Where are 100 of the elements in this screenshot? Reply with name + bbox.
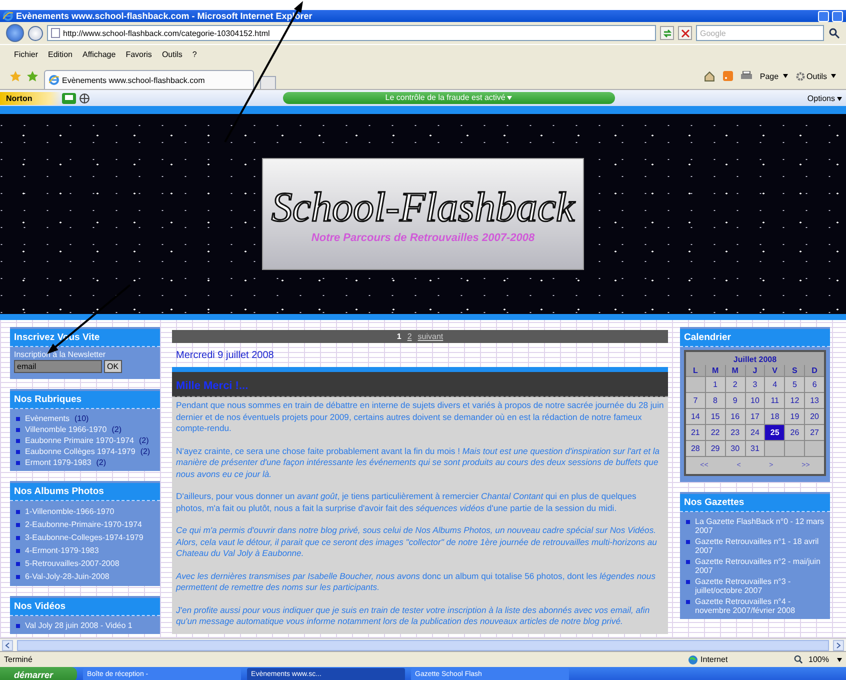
page-link[interactable]: 1	[396, 332, 402, 341]
item-count: (2)	[140, 447, 150, 456]
star-plus-icon[interactable]	[27, 70, 38, 82]
stop-button[interactable]	[678, 26, 692, 40]
gear-icon	[796, 72, 805, 80]
printer-icon[interactable]	[740, 71, 752, 81]
scroll-left-button[interactable]	[2, 640, 13, 650]
calendar-day[interactable]: 13	[805, 393, 824, 408]
calendar-day[interactable]: 2	[726, 377, 745, 392]
bullet-icon	[686, 540, 690, 544]
calendar-day[interactable]: 28	[686, 441, 705, 456]
monitor-icon[interactable]	[62, 92, 76, 104]
calendar-day[interactable]: 20	[805, 409, 824, 424]
browser-tab[interactable]: Evènements www.school-flashback.com	[44, 70, 254, 89]
forward-button[interactable]	[28, 26, 43, 40]
calendar-month: Juillet 2008	[732, 354, 778, 365]
calendar-day[interactable]: 23	[726, 425, 745, 440]
scroll-right-button[interactable]	[833, 640, 844, 650]
bullet-icon	[686, 520, 690, 524]
search-icon[interactable]	[828, 27, 840, 39]
weekday-label: M	[726, 365, 745, 376]
menu-item[interactable]: Edition	[48, 50, 72, 58]
page-link[interactable]: suivant	[418, 332, 444, 341]
post-title: Mille Merci !...	[172, 372, 668, 397]
bullet-icon	[686, 580, 690, 584]
calendar-day[interactable]: 7	[686, 393, 705, 408]
bullet-icon	[16, 575, 20, 579]
panel-header: Nos Gazettes	[680, 494, 830, 512]
bullet-icon	[16, 417, 20, 421]
panel-header: Nos Rubriques	[10, 391, 160, 409]
calendar-day[interactable]: 29	[706, 441, 725, 456]
bullet-icon	[16, 450, 20, 454]
bullet-icon	[16, 536, 20, 540]
calendar-day[interactable]: 8	[706, 393, 725, 408]
back-button[interactable]	[6, 24, 24, 42]
options-menu[interactable]: Options	[807, 94, 846, 102]
start-button[interactable]: démarrer	[0, 667, 78, 680]
search-field[interactable]: Google	[696, 25, 824, 41]
weekday-label: J	[746, 365, 764, 376]
calendar-day[interactable]: 5	[785, 377, 804, 392]
calendar-day[interactable]: 3	[746, 377, 764, 392]
site-subtitle: Notre Parcours de Retrouvailles 2007-2008	[311, 232, 535, 244]
calendar-day[interactable]: 1	[706, 377, 725, 392]
address-field[interactable]: http://www.school-flashback.com/categorie-10304152.html	[47, 25, 656, 41]
calendar-day[interactable]: 26	[785, 425, 804, 440]
weekday-label: M	[706, 365, 725, 376]
calendar-day[interactable]: 4	[765, 377, 784, 392]
caret-icon	[507, 96, 512, 100]
calendar-day[interactable]: 21	[686, 425, 705, 440]
maximize-button[interactable]	[832, 10, 843, 22]
bullet-icon	[16, 461, 20, 465]
minimize-button[interactable]	[818, 10, 829, 22]
menu-item[interactable]: Favoris	[126, 50, 152, 58]
calendar-day[interactable]: 14	[686, 409, 705, 424]
calendar-day[interactable]: 19	[785, 409, 804, 424]
email-field[interactable]: email	[14, 360, 102, 373]
bullet-icon	[16, 510, 20, 514]
calendar-day[interactable]: 27	[805, 425, 824, 440]
bullet-icon	[16, 562, 20, 566]
menu-item[interactable]: Fichier	[14, 50, 38, 58]
menu-item[interactable]: ?	[192, 50, 197, 58]
menu-item[interactable]: Affichage	[82, 50, 116, 58]
tools-menu[interactable]: Outils	[796, 72, 836, 80]
calendar-day[interactable]: 30	[726, 441, 745, 456]
bullet-icon	[16, 428, 20, 432]
ok-button[interactable]: OK	[104, 360, 122, 373]
item-count: (2)	[138, 436, 149, 445]
refresh-button[interactable]	[660, 26, 674, 40]
item-count: (10)	[74, 414, 89, 423]
calendar-day[interactable]: 22	[706, 425, 725, 440]
calendar-day[interactable]: 18	[765, 409, 784, 424]
security-zone: Internet	[700, 655, 728, 664]
calendar-day[interactable]: 24	[746, 425, 764, 440]
globe-icon[interactable]	[79, 92, 90, 104]
calendar-day[interactable]: 25	[765, 425, 784, 440]
home-icon[interactable]	[704, 70, 715, 82]
calendar-day[interactable]: 17	[746, 409, 764, 424]
page-menu[interactable]: Page	[760, 72, 788, 80]
calendar-day[interactable]: 10	[746, 393, 764, 408]
calendar-day[interactable]: 11	[765, 393, 784, 408]
calendar-day[interactable]: 15	[706, 409, 725, 424]
calendar-day[interactable]: 16	[726, 409, 745, 424]
calendar-day[interactable]: 31	[746, 441, 764, 456]
weekday-label: V	[765, 365, 784, 376]
caret-icon	[831, 74, 836, 78]
paragraph: Pendant que nous sommes en train de débattre en interne de sujets divers et variés à propos de notre sacrée journée du 28 juin dernier et de nos éventuels projets pour 2009, certains autres doivent se demander où en est la rédaction de notre fameux compte-rendu.	[176, 400, 664, 434]
page-link[interactable]: 2	[407, 332, 412, 341]
new-tab-button[interactable]	[260, 76, 276, 89]
menu-item[interactable]: Outils	[162, 50, 182, 58]
star-icon[interactable]	[10, 70, 21, 82]
calendar-day[interactable]: 6	[805, 377, 824, 392]
calendar-day[interactable]: 9	[726, 393, 745, 408]
globe-icon	[688, 654, 698, 664]
post-date: Mercredi 9 juillet 2008	[175, 349, 275, 363]
caret-icon	[836, 96, 842, 100]
horizontal-scrollbar[interactable]	[0, 638, 846, 651]
magnifier-icon[interactable]	[794, 655, 803, 664]
calendar-day[interactable]: 12	[785, 393, 804, 408]
zoom-level[interactable]: 100%	[808, 655, 829, 664]
paragraph: N'ayez crainte, ce sera une chose faite probablement avant la fin du mois ! Mais tout est une question d'inspiration sur l'art et la manière de présenter d'une façon intéressante les événements qui se sont produits au cours des deux sessions de buffets que nous avons eu ce jour là.	[176, 446, 661, 480]
